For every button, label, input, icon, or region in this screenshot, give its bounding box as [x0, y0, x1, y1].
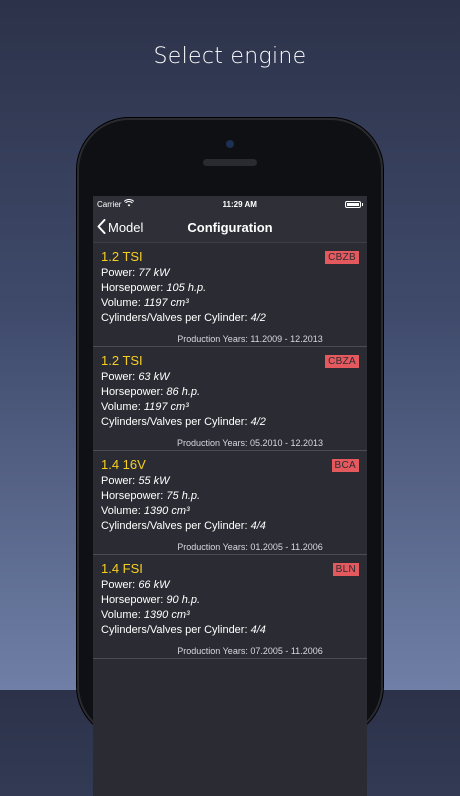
- horsepower-row: Horsepower: 75 h.p.: [101, 490, 201, 502]
- status-time: 11:29 AM: [222, 199, 257, 209]
- status-bar: Carrier 11:29 AM: [93, 196, 367, 212]
- volume-value: 1390 cm³: [143, 505, 190, 517]
- engine-name: 1.2 TSI: [101, 353, 143, 368]
- engine-code-badge: BCA: [331, 459, 359, 472]
- horsepower-value: 90 h.p.: [166, 594, 201, 606]
- front-camera: [226, 140, 234, 148]
- production-years: Production Years: 01.2005 - 11.2006: [177, 542, 323, 552]
- horsepower-value: 105 h.p.: [166, 282, 207, 294]
- wifi-icon: [124, 199, 135, 209]
- cylinders-row: Cylinders/Valves per Cylinder: 4/2: [101, 416, 266, 428]
- volume-value: 1390 cm³: [143, 609, 190, 621]
- power-value: 63 kW: [138, 371, 170, 383]
- engine-list: 1.2 TSI CBZB Power: 77 kW Horsepower: 10…: [93, 243, 367, 659]
- cylinders-value: 4/4: [250, 520, 266, 532]
- production-years: Production Years: 05.2010 - 12.2013: [176, 438, 324, 448]
- horsepower-value: 86 h.p.: [166, 386, 201, 398]
- back-button-label: Model: [108, 219, 144, 235]
- engine-name: 1.4 16V: [101, 457, 146, 472]
- engine-cell[interactable]: 1.4 FSI BLN Power: 66 kW Horsepower: 90 …: [93, 555, 367, 659]
- power-row: Power: 55 kW: [101, 475, 170, 487]
- app-screen: Carrier 11:29 AM Model Configuration 1.2…: [93, 196, 367, 796]
- carrier-label: Carrier: [97, 199, 122, 209]
- power-row: Power: 63 kW: [101, 371, 170, 383]
- production-years: Production Years: 07.2005 - 11.2006: [177, 646, 323, 656]
- cylinders-row: Cylinders/Valves per Cylinder: 4/2: [101, 312, 266, 324]
- horsepower-row: Horsepower: 86 h.p.: [101, 386, 201, 398]
- battery-icon: [345, 200, 361, 208]
- cylinders-row: Cylinders/Valves per Cylinder: 4/4: [101, 624, 266, 636]
- back-button[interactable]: Model: [97, 219, 143, 235]
- volume-row: Volume: 1390 cm³: [101, 505, 190, 517]
- volume-row: Volume: 1390 cm³: [101, 609, 190, 621]
- navigation-bar: Model Configuration: [93, 212, 367, 243]
- volume-value: 1197 cm³: [143, 297, 189, 309]
- horsepower-value: 75 h.p.: [166, 490, 201, 502]
- cylinders-value: 4/4: [250, 624, 266, 636]
- cylinders-value: 4/2: [250, 416, 266, 428]
- engine-cell[interactable]: 1.2 TSI CBZA Power: 63 kW Horsepower: 86…: [93, 347, 367, 451]
- power-row: Power: 66 kW: [101, 579, 170, 591]
- engine-code-badge: CBZB: [325, 251, 359, 264]
- cylinders-value: 4/2: [250, 312, 266, 324]
- earpiece-speaker: [203, 159, 257, 166]
- power-value: 77 kW: [138, 267, 170, 279]
- horsepower-row: Horsepower: 105 h.p.: [101, 282, 207, 294]
- engine-cell[interactable]: 1.2 TSI CBZB Power: 77 kW Horsepower: 10…: [93, 243, 367, 347]
- cylinders-row: Cylinders/Valves per Cylinder: 4/4: [101, 520, 266, 532]
- power-row: Power: 77 kW: [101, 267, 170, 279]
- engine-name: 1.4 FSI: [101, 561, 143, 576]
- volume-row: Volume: 1197 cm³: [101, 297, 189, 309]
- production-years: Production Years: 11.2009 - 12.2013: [177, 334, 323, 344]
- phone-frame: Carrier 11:29 AM Model Configuration 1.2…: [77, 118, 383, 796]
- engine-cell[interactable]: 1.4 16V BCA Power: 55 kW Horsepower: 75 …: [93, 451, 367, 555]
- engine-name: 1.2 TSI: [101, 249, 143, 264]
- power-value: 66 kW: [138, 579, 170, 591]
- power-value: 55 kW: [138, 475, 170, 487]
- volume-row: Volume: 1197 cm³: [101, 401, 189, 413]
- engine-code-badge: BLN: [332, 563, 359, 576]
- volume-value: 1197 cm³: [143, 401, 189, 413]
- horsepower-row: Horsepower: 90 h.p.: [101, 594, 201, 606]
- promo-title: Select engine: [153, 44, 307, 69]
- chevron-left-icon: [97, 219, 106, 235]
- engine-code-badge: CBZA: [325, 355, 359, 368]
